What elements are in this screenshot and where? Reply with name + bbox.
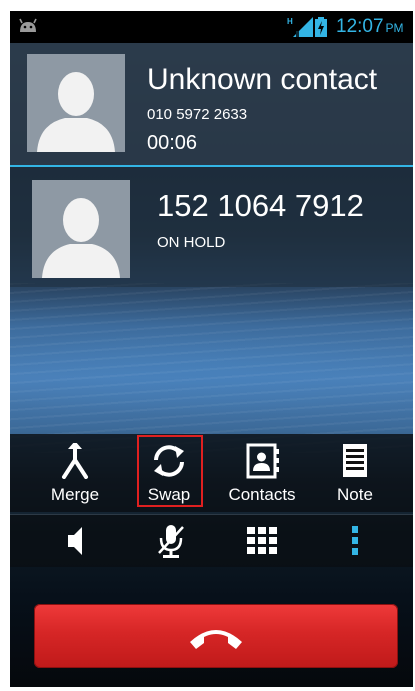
dialpad-button[interactable]: [232, 523, 292, 559]
contacts-label: Contacts: [228, 485, 296, 504]
active-call-name: Unknown contact: [147, 63, 378, 96]
note-label: Note: [337, 485, 373, 504]
held-call-number: 152 1064 7912: [157, 188, 364, 223]
clock-ampm: PM: [385, 21, 404, 35]
in-call-actions: Merge Swap Contacts Note: [10, 434, 413, 512]
more-options-icon: [352, 526, 358, 555]
merge-icon: [35, 441, 115, 479]
active-call-number: 010 5972 2633: [147, 106, 248, 123]
speaker-button[interactable]: [46, 523, 106, 559]
swap-highlight-box: [137, 435, 203, 507]
held-call-card[interactable]: 152 1064 7912 ON HOLD: [10, 167, 413, 287]
active-call-card: Unknown contact 010 5972 2633 00:06: [10, 43, 413, 167]
hold-status-label: ON HOLD: [157, 234, 226, 251]
phone-screen: H 12:07 PM Unknown contact 010 5972 2633…: [10, 11, 413, 687]
call-duration: 00:06: [147, 132, 198, 154]
wallpaper-waves: [10, 283, 413, 453]
svg-text:H: H: [287, 17, 293, 26]
status-clock: 12:07 PM: [336, 17, 404, 38]
status-bar: H 12:07 PM: [10, 11, 413, 43]
merge-button[interactable]: Merge: [35, 434, 115, 512]
call-controls: [10, 514, 413, 567]
contacts-icon: [222, 443, 302, 479]
contact-avatar-icon: [27, 54, 125, 152]
contacts-button[interactable]: Contacts: [222, 434, 302, 512]
mute-button[interactable]: [141, 523, 201, 559]
end-call-button[interactable]: [34, 604, 398, 668]
more-options-button[interactable]: [325, 523, 385, 559]
android-notification-icon: [18, 18, 38, 39]
dialpad-icon: [247, 527, 277, 554]
signal-icon: H: [287, 17, 313, 42]
note-button[interactable]: Note: [315, 434, 395, 512]
battery-charging-icon: [315, 17, 327, 42]
end-call-icon: [190, 630, 242, 649]
held-contact-avatar-icon: [32, 180, 130, 278]
note-icon: [315, 443, 395, 479]
mute-mic-icon: [158, 525, 184, 558]
clock-time: 12:07: [336, 16, 384, 37]
merge-label: Merge: [50, 485, 100, 504]
speaker-icon: [68, 527, 82, 555]
